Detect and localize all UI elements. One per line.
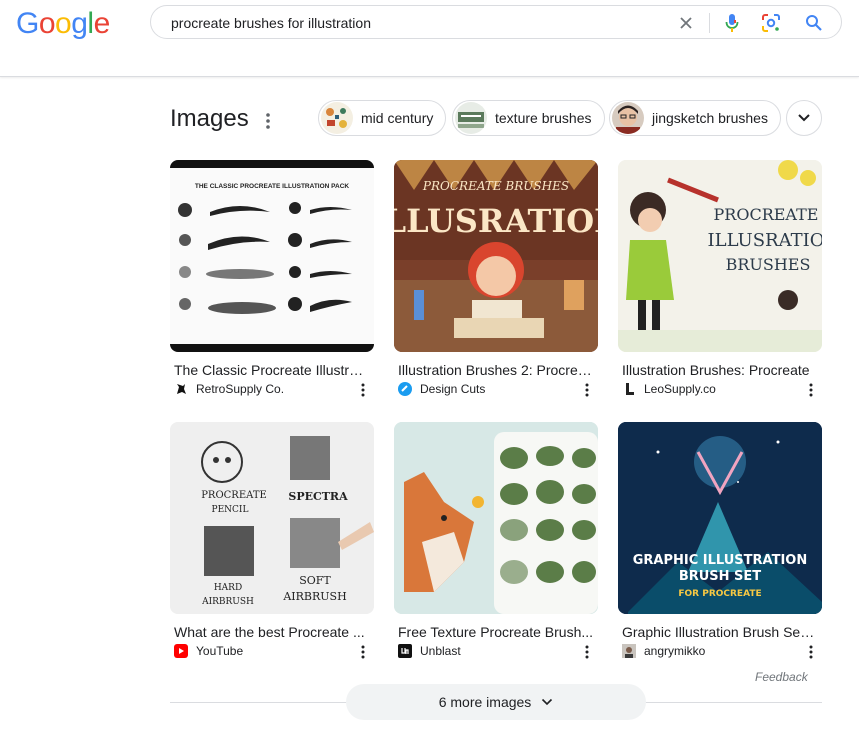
thumb-heading: GRAPHIC ILLUSTRATION (633, 553, 807, 568)
result-thumbnail[interactable]: PROCREATE PENCIL SPECTRA HARD AIRBRUSH S… (170, 422, 374, 614)
more-images-label: 6 more images (438, 694, 532, 710)
thumb-sub: FOR PROCREATE (678, 589, 761, 599)
source-name: YouTube (196, 644, 244, 658)
angrymikko-icon (622, 644, 636, 658)
result-title[interactable]: What are the best Procreate ... (174, 624, 370, 640)
thumb-sub: BRUSHES (726, 255, 811, 274)
search-divider (709, 13, 710, 33)
result-source[interactable]: angrymikko (622, 644, 705, 658)
image-result[interactable]: THE CLASSIC PROCREATE ILLUSTRATION PACK … (170, 160, 374, 397)
texture-brushes-thumb (455, 102, 487, 134)
google-logo[interactable]: Google (16, 7, 110, 41)
chip-mid-century[interactable]: mid century (318, 100, 447, 136)
source-name: RetroSupply Co. (196, 382, 285, 396)
more-options-icon[interactable] (806, 382, 816, 398)
result-thumbnail[interactable] (394, 422, 598, 614)
search-icon[interactable] (803, 12, 825, 34)
source-name: angrymikko (644, 644, 706, 658)
more-options-icon[interactable] (582, 382, 592, 398)
thumb-label: PENCIL (212, 505, 249, 515)
thumb-label: HARD (214, 583, 242, 593)
logo-letter: o (38, 7, 56, 40)
image-result[interactable]: PROCREATE BRUSHES ILLUSRATION Illustrati… (394, 160, 598, 397)
search-input[interactable]: procreate brushes for illustration (171, 15, 371, 31)
thumb-label: SPECTRA (288, 490, 348, 503)
thumb-label: PROCREATE (201, 490, 267, 501)
thumb-big: BRUSH SET (679, 569, 761, 584)
more-images-button[interactable]: 6 more images (346, 684, 646, 720)
chip-label: texture brushes (495, 110, 592, 126)
result-title[interactable]: Illustration Brushes 2: Procrea... (398, 362, 594, 378)
thumb-heading: THE CLASSIC PROCREATE ILLUSTRATION PACK (195, 183, 350, 190)
chip-texture-brushes[interactable]: texture brushes (452, 100, 605, 136)
chip-label: mid century (361, 110, 434, 126)
clear-icon[interactable] (675, 12, 697, 34)
result-thumbnail[interactable]: GRAPHIC ILLUSTRATION BRUSH SET FOR PROCR… (618, 422, 822, 614)
image-result[interactable]: GRAPHIC ILLUSTRATION BRUSH SET FOR PROCR… (618, 422, 822, 659)
chevron-down-icon (541, 698, 553, 706)
retrosupply-icon (174, 382, 188, 396)
image-result[interactable]: Free Texture Procreate Brush... Unblast (394, 422, 598, 659)
jingsketch-thumb (612, 102, 644, 134)
chip-label: jingsketch brushes (652, 110, 768, 126)
more-options-icon[interactable] (358, 382, 368, 398)
result-source[interactable]: LeoSupply.co (622, 382, 716, 396)
more-options-icon[interactable] (806, 644, 816, 660)
thumb-label: AIRBRUSH (201, 597, 254, 607)
source-name: Unblast (420, 644, 461, 658)
header: Google procreate brushes for illustratio… (0, 0, 859, 77)
logo-letter: G (16, 7, 39, 40)
result-source[interactable]: YouTube (174, 644, 243, 658)
result-source[interactable]: Unblast (398, 644, 461, 658)
result-title[interactable]: The Classic Procreate Illustrat... (174, 362, 370, 378)
youtube-icon (174, 644, 188, 658)
result-source[interactable]: RetroSupply Co. (174, 382, 284, 396)
thumb-label: AIRBRUSH (282, 590, 346, 603)
unblast-icon (398, 644, 412, 658)
mid-century-thumb (321, 102, 353, 134)
thumb-big: ILLUSRATIO (708, 230, 822, 251)
more-options-icon[interactable] (261, 111, 275, 131)
thumb-heading: PROCREATE (714, 205, 819, 224)
logo-letter: e (93, 7, 111, 40)
result-thumbnail[interactable]: THE CLASSIC PROCREATE ILLUSTRATION PACK (170, 160, 374, 352)
lens-icon[interactable] (760, 12, 782, 34)
result-thumbnail[interactable]: PROCREATE ILLUSRATIO BRUSHES (618, 160, 822, 352)
image-result[interactable]: PROCREATE PENCIL SPECTRA HARD AIRBRUSH S… (170, 422, 374, 659)
leosupply-icon (622, 382, 636, 396)
images-section-title: Images (170, 105, 249, 132)
logo-letter: g (71, 7, 88, 40)
logo-letter: o (55, 7, 72, 40)
result-title[interactable]: Free Texture Procreate Brush... (398, 624, 594, 640)
image-result[interactable]: PROCREATE ILLUSRATIO BRUSHES Illustratio… (618, 160, 822, 397)
chip-jingsketch-brushes[interactable]: jingsketch brushes (609, 100, 781, 136)
microphone-icon[interactable] (721, 12, 743, 34)
more-options-icon[interactable] (358, 644, 368, 660)
result-title[interactable]: Graphic Illustration Brush Set ... (622, 624, 818, 640)
search-box[interactable]: procreate brushes for illustration (150, 5, 842, 39)
thumb-big: ILLUSRATION (394, 202, 598, 240)
result-title[interactable]: Illustration Brushes: Procreate (622, 362, 818, 378)
source-name: Design Cuts (420, 382, 486, 396)
thumb-heading: PROCREATE BRUSHES (422, 179, 569, 193)
feedback-link[interactable]: Feedback (755, 670, 808, 684)
more-options-icon[interactable] (582, 644, 592, 660)
result-thumbnail[interactable]: PROCREATE BRUSHES ILLUSRATION (394, 160, 598, 352)
thumb-label: SOFT (299, 574, 331, 587)
result-source[interactable]: Design Cuts (398, 382, 485, 396)
designcuts-icon (398, 382, 412, 396)
chevron-down-icon[interactable] (786, 100, 822, 136)
source-name: LeoSupply.co (644, 382, 716, 396)
